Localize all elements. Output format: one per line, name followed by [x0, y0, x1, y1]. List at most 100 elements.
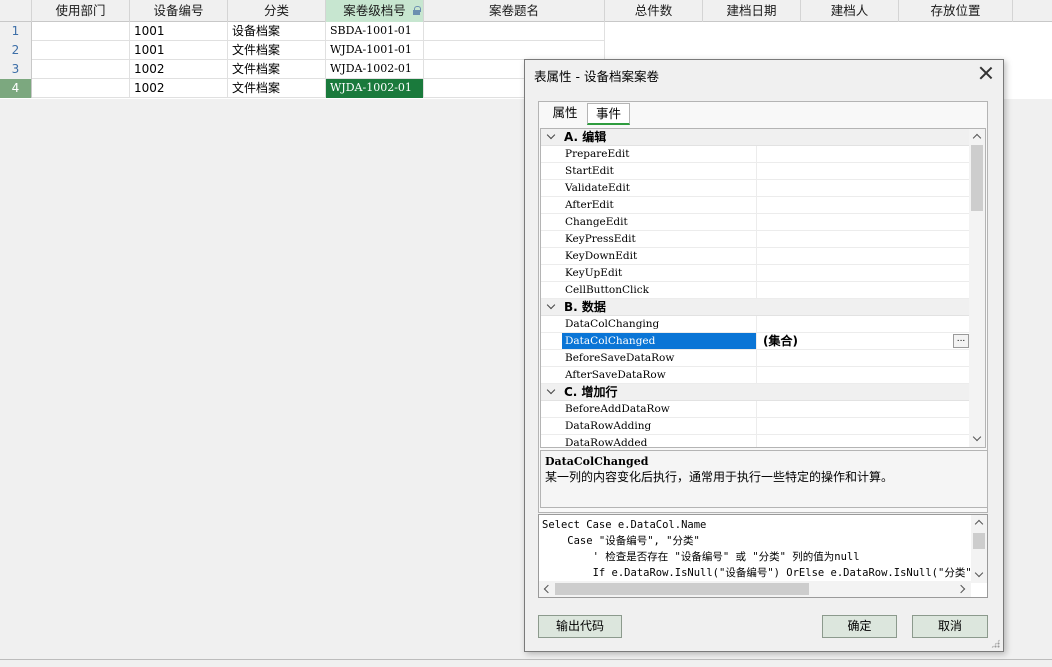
table-row[interactable]: 1 1001 设备档案 SBDA-1001-01 [0, 22, 605, 41]
close-icon[interactable] [979, 66, 993, 80]
event-row[interactable]: AfterSaveDataRow [541, 367, 970, 384]
category-row[interactable]: B. 数据 [541, 299, 970, 316]
event-name[interactable]: DataColChanged [562, 333, 757, 349]
header-creator[interactable]: 建档人 [801, 0, 899, 22]
table-row[interactable]: 4 1002 文件档案 WJDA-1002-01 [0, 79, 605, 98]
category-row[interactable]: C. 增加行 [541, 384, 970, 401]
cell-dept[interactable] [32, 22, 130, 41]
event-row[interactable]: KeyDownEdit [541, 248, 970, 265]
header-location[interactable]: 存放位置 [899, 0, 1013, 22]
cell-file-no[interactable]: WJDA-1001-01 [326, 41, 424, 60]
code-line: ' 检查是否存在 "设备编号" 或 "分类" 列的值为null [542, 551, 860, 563]
scrollbar-thumb[interactable] [555, 583, 809, 595]
event-name[interactable]: DataRowAdding [562, 418, 757, 434]
header-category[interactable]: 分类 [228, 0, 326, 22]
event-name[interactable]: ChangeEdit [562, 214, 757, 230]
event-name[interactable]: KeyUpEdit [562, 265, 757, 281]
header-total[interactable]: 总件数 [605, 0, 703, 22]
row-number[interactable]: 1 [0, 22, 32, 41]
event-row[interactable]: KeyUpEdit [541, 265, 970, 282]
row-number[interactable]: 3 [0, 60, 32, 79]
event-row[interactable]: KeyPressEdit [541, 231, 970, 248]
scroll-down-icon[interactable] [974, 570, 984, 580]
code-editor[interactable]: Select Case e.DataCol.Name Case "设备编号", … [538, 514, 988, 598]
table-row[interactable]: 2 1001 文件档案 WJDA-1001-01 [0, 41, 605, 60]
header-file-title[interactable]: 案卷题名 [424, 0, 605, 22]
code-line: Select Case e.DataCol.Name [542, 519, 707, 531]
event-row[interactable]: PrepareEdit [541, 146, 970, 163]
event-name[interactable]: CellButtonClick [562, 282, 757, 298]
event-property-grid[interactable]: A. 编辑 PrepareEdit StartEdit ValidateEdit Aft… [540, 128, 986, 448]
event-row[interactable]: AfterEdit [541, 197, 970, 214]
header-device-no[interactable]: 设备编号 [130, 0, 228, 22]
event-row[interactable]: StartEdit [541, 163, 970, 180]
cell-device-no[interactable]: 1002 [130, 60, 228, 79]
cancel-button[interactable]: 取消 [912, 615, 988, 638]
header-dept[interactable]: 使用部门 [32, 0, 130, 22]
chevron-down-icon[interactable] [547, 302, 555, 310]
cell-file-title[interactable] [424, 41, 605, 60]
header-file-no[interactable]: 案卷级档号 [326, 0, 424, 22]
tab-events[interactable]: 事件 [587, 103, 630, 125]
event-row[interactable]: BeforeAddDataRow [541, 401, 970, 418]
cell-category[interactable]: 设备档案 [228, 22, 326, 41]
event-name[interactable]: AfterSaveDataRow [562, 367, 757, 383]
cell-dept[interactable] [32, 41, 130, 60]
event-name[interactable]: DataColChanging [562, 316, 757, 332]
event-name[interactable]: KeyDownEdit [562, 248, 757, 264]
row-number[interactable]: 2 [0, 41, 32, 60]
event-name[interactable]: PrepareEdit [562, 146, 757, 162]
header-create-date[interactable]: 建档日期 [703, 0, 801, 22]
vertical-scrollbar[interactable] [969, 129, 985, 447]
event-name[interactable]: BeforeAddDataRow [562, 401, 757, 417]
table-row[interactable]: 3 1002 文件档案 WJDA-1002-01 [0, 60, 605, 79]
scroll-down-icon[interactable] [972, 434, 982, 444]
code-horizontal-scrollbar[interactable] [539, 581, 971, 597]
row-number[interactable]: 4 [0, 79, 32, 98]
event-name[interactable]: BeforeSaveDataRow [562, 350, 757, 366]
event-row[interactable]: DataRowAdding [541, 418, 970, 435]
event-row[interactable]: DataRowAdded [541, 435, 970, 447]
tab-properties[interactable]: 属性 [545, 103, 585, 125]
code-vertical-scrollbar[interactable] [971, 515, 987, 583]
scrollbar-thumb[interactable] [973, 533, 985, 549]
scrollbar-thumb[interactable] [971, 145, 983, 211]
cell-device-no[interactable]: 1001 [130, 41, 228, 60]
chevron-down-icon[interactable] [547, 387, 555, 395]
ellipsis-button[interactable]: ... [953, 334, 969, 348]
cell-file-no[interactable]: WJDA-1002-01 [326, 60, 424, 79]
event-row[interactable]: ValidateEdit [541, 180, 970, 197]
event-name[interactable]: KeyPressEdit [562, 231, 757, 247]
category-row[interactable]: A. 编辑 [541, 129, 970, 146]
scroll-left-icon[interactable] [542, 584, 552, 594]
cell-category[interactable]: 文件档案 [228, 79, 326, 98]
event-row[interactable]: BeforeSaveDataRow [541, 350, 970, 367]
cell-file-title[interactable] [424, 22, 605, 41]
ok-button[interactable]: 确定 [822, 615, 897, 638]
event-row[interactable]: DataColChanged (集合)... [541, 333, 970, 350]
cell-file-no-selected[interactable]: WJDA-1002-01 [326, 79, 424, 98]
event-name[interactable]: AfterEdit [562, 197, 757, 213]
resize-grip-icon[interactable] [991, 639, 1000, 648]
event-row[interactable]: DataColChanging [541, 316, 970, 333]
cell-category[interactable]: 文件档案 [228, 60, 326, 79]
scroll-up-icon[interactable] [972, 132, 982, 142]
scroll-right-icon[interactable] [958, 584, 968, 594]
cell-device-no[interactable]: 1001 [130, 22, 228, 41]
scroll-up-icon[interactable] [974, 518, 984, 528]
event-value[interactable]: (集合) [759, 333, 798, 349]
export-code-button[interactable]: 输出代码 [538, 615, 622, 638]
cell-dept[interactable] [32, 79, 130, 98]
cell-dept[interactable] [32, 60, 130, 79]
event-name[interactable]: StartEdit [562, 163, 757, 179]
status-bar [0, 659, 1052, 667]
chevron-down-icon[interactable] [547, 132, 555, 140]
cell-file-no[interactable]: SBDA-1001-01 [326, 22, 424, 41]
cell-category[interactable]: 文件档案 [228, 41, 326, 60]
cell-device-no[interactable]: 1002 [130, 79, 228, 98]
event-name[interactable]: ValidateEdit [562, 180, 757, 196]
event-row[interactable]: CellButtonClick [541, 282, 970, 299]
event-name[interactable]: DataRowAdded [562, 435, 757, 447]
code-line: Case "设备编号", "分类" [542, 535, 700, 547]
event-row[interactable]: ChangeEdit [541, 214, 970, 231]
